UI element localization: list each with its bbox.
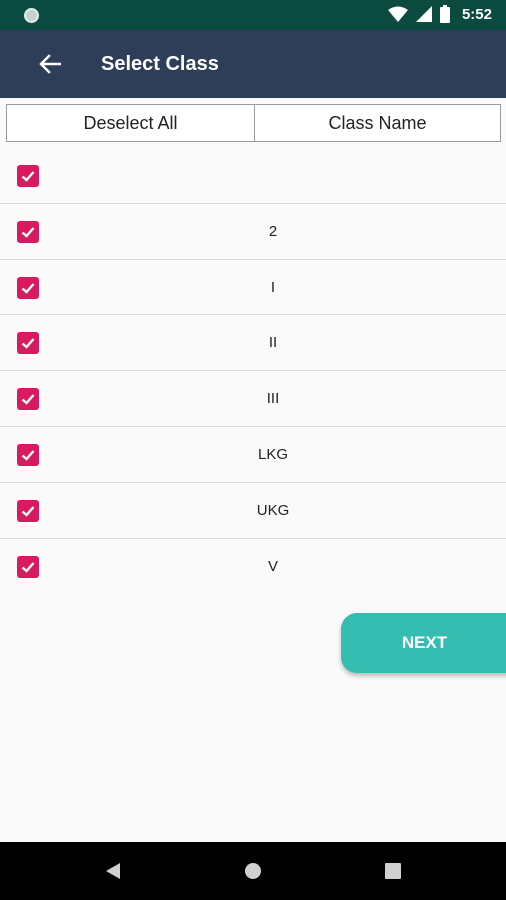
- class-name: V: [267, 557, 278, 575]
- status-time: 5:52: [461, 5, 492, 23]
- nav-home-button[interactable]: [240, 858, 266, 884]
- wifi-icon: [387, 6, 408, 22]
- navigation-bar: [0, 842, 506, 900]
- class-name: UKG: [256, 501, 290, 519]
- list-item[interactable]: 2: [0, 204, 506, 260]
- signal-icon: [415, 6, 432, 22]
- back-triangle-icon: [106, 863, 120, 879]
- list-item[interactable]: III: [0, 371, 506, 427]
- app-bar: Select Class: [0, 30, 506, 98]
- list-item[interactable]: [0, 148, 506, 204]
- status-icons: 5:52: [387, 5, 492, 23]
- list-item[interactable]: I: [0, 260, 506, 316]
- arrow-left-icon: [39, 54, 61, 74]
- checkmark-icon: [21, 171, 35, 182]
- class-name: I: [270, 278, 276, 296]
- class-list: 2 I II III LKG UKG V: [0, 148, 506, 594]
- status-bar: 5:52: [0, 0, 506, 30]
- circle-notification-icon: [24, 8, 39, 23]
- class-name: 2: [268, 222, 278, 240]
- nav-recents-button[interactable]: [380, 858, 406, 884]
- page-title: Select Class: [101, 53, 219, 75]
- class-name: II: [268, 334, 278, 352]
- deselect-all-button[interactable]: Deselect All: [6, 104, 254, 142]
- class-name: LKG: [257, 445, 288, 463]
- back-button[interactable]: [32, 48, 68, 80]
- next-button[interactable]: NEXT: [341, 613, 506, 673]
- recents-square-icon: [385, 863, 401, 879]
- nav-back-button[interactable]: [100, 858, 126, 884]
- class-checkbox[interactable]: [17, 165, 39, 187]
- home-circle-icon: [245, 863, 261, 879]
- class-name-header: Class Name: [254, 104, 501, 142]
- list-item[interactable]: V: [0, 539, 506, 595]
- list-item[interactable]: LKG: [0, 427, 506, 483]
- list-item[interactable]: II: [0, 315, 506, 372]
- battery-icon: [439, 5, 450, 23]
- class-name: III: [266, 390, 280, 408]
- list-item[interactable]: UKG: [0, 483, 506, 539]
- table-header: Deselect All Class Name: [6, 104, 501, 142]
